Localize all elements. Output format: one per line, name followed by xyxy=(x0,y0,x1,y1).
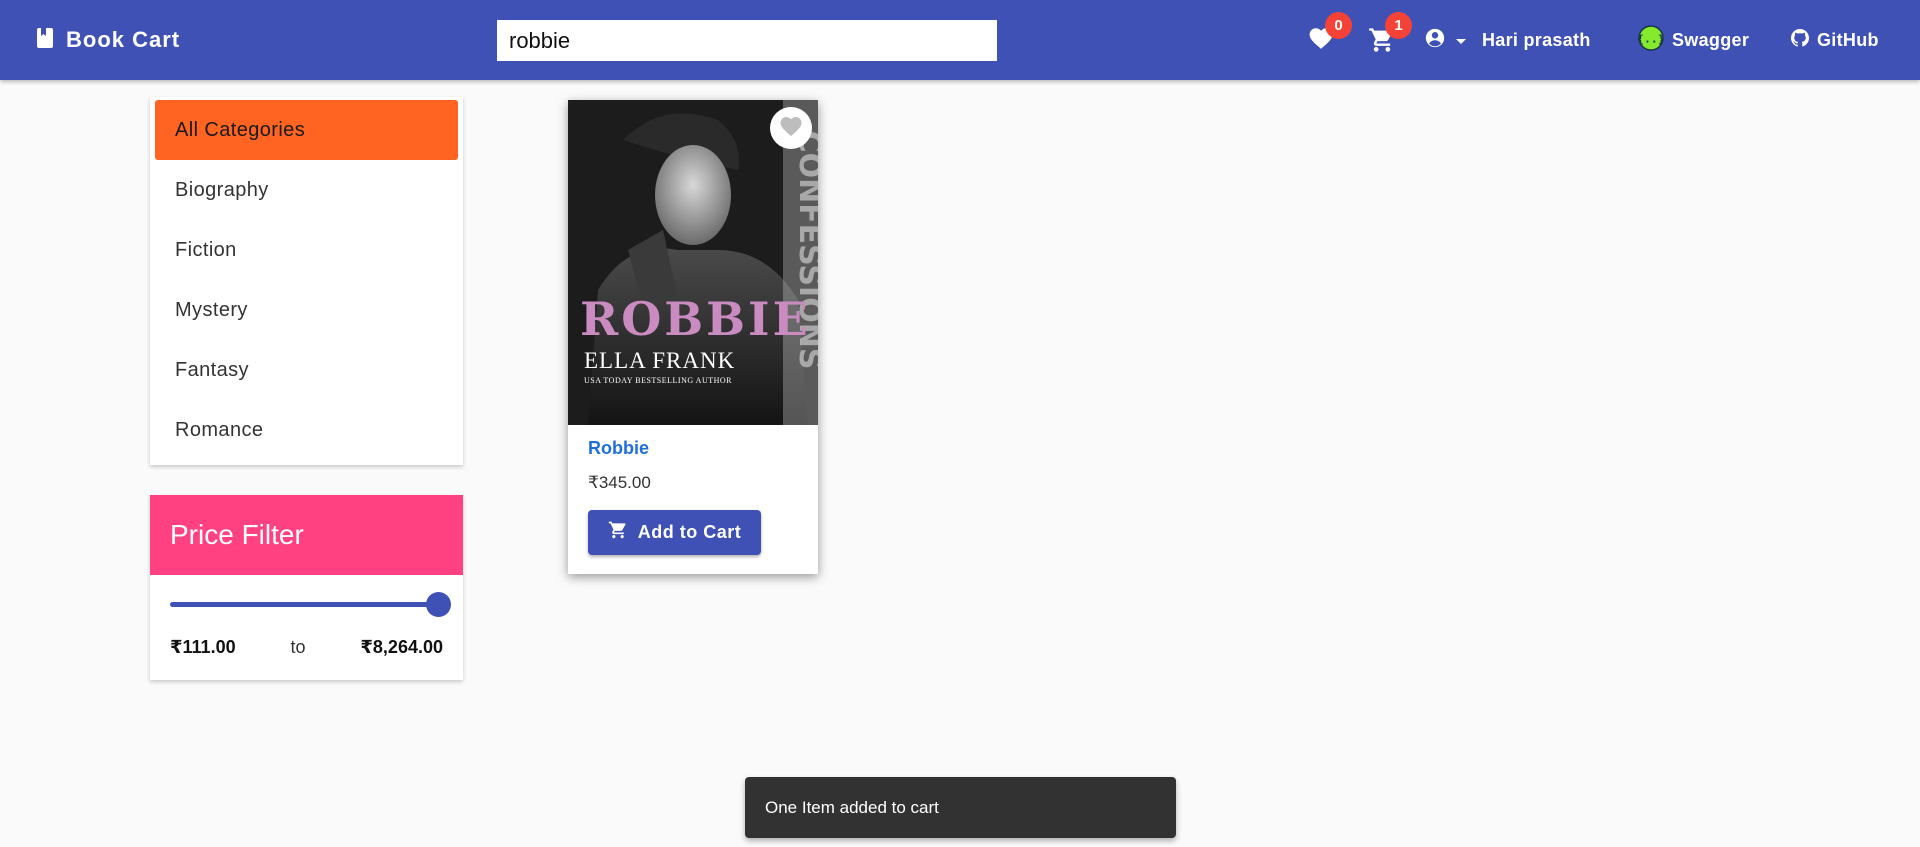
price-slider-track xyxy=(170,602,438,607)
github-icon xyxy=(1791,28,1809,52)
cover-author-text: ELLA FRANK xyxy=(584,348,736,373)
price-min-value: ₹111.00 xyxy=(170,637,236,657)
cover-title-text: ROBBIE xyxy=(580,292,811,346)
category-item-all[interactable]: All Categories xyxy=(155,100,458,160)
category-item-fantasy[interactable]: Fantasy xyxy=(155,340,458,400)
cart-button[interactable]: 1 xyxy=(1362,12,1412,58)
price-max-value: ₹8,264.00 xyxy=(360,637,443,657)
category-item-biography[interactable]: Biography xyxy=(155,160,458,220)
svg-text:{..}: {..} xyxy=(1638,32,1664,45)
user-name: Hari prasath xyxy=(1482,29,1591,50)
brand-link[interactable]: Book Cart xyxy=(36,0,180,80)
price-slider[interactable] xyxy=(170,592,451,617)
book-title-link[interactable]: Robbie xyxy=(588,438,649,459)
add-to-cart-button[interactable]: Add to Cart xyxy=(588,510,761,555)
brand-title: Book Cart xyxy=(66,27,181,52)
github-link[interactable]: GitHub xyxy=(1791,0,1879,80)
book-price: ₹345.00 xyxy=(588,473,651,492)
dropdown-arrow-icon xyxy=(1454,30,1468,51)
account-circle-icon xyxy=(1424,27,1446,54)
snackbar-notification: One Item added to cart xyxy=(745,777,1176,838)
user-menu-button[interactable]: Hari prasath xyxy=(1424,0,1591,80)
cover-tagline-text: USA TODAY BESTSELLING AUTHOR xyxy=(584,376,733,385)
category-item-fiction[interactable]: Fiction xyxy=(155,220,458,280)
add-to-cart-label: Add to Cart xyxy=(637,522,742,542)
price-filter-card: Price Filter ₹111.00 to ₹8,264.00 xyxy=(150,495,463,680)
wishlist-button[interactable]: 0 xyxy=(1302,12,1352,58)
price-slider-thumb[interactable] xyxy=(426,592,451,617)
price-filter-title: Price Filter xyxy=(150,495,463,575)
book-cover-image[interactable]: CONFESSIONS ROBBIE ELLA FRANK USA TODAY … xyxy=(568,100,818,425)
book-card: CONFESSIONS ROBBIE ELLA FRANK USA TODAY … xyxy=(568,100,818,574)
github-label: GitHub xyxy=(1817,29,1879,50)
cart-count-badge: 1 xyxy=(1385,12,1412,39)
swagger-icon: {..} xyxy=(1637,24,1665,56)
add-to-wishlist-button[interactable] xyxy=(770,107,812,149)
snackbar-message: One Item added to cart xyxy=(765,797,939,817)
wishlist-count-badge: 0 xyxy=(1325,12,1352,39)
category-item-mystery[interactable]: Mystery xyxy=(155,280,458,340)
price-to-label: to xyxy=(290,637,306,657)
swagger-link[interactable]: {..} Swagger xyxy=(1637,0,1750,80)
category-list: All Categories Biography Fiction Mystery… xyxy=(150,97,463,465)
heart-icon xyxy=(779,115,803,142)
category-item-romance[interactable]: Romance xyxy=(155,400,458,460)
swagger-label: Swagger xyxy=(1672,29,1750,50)
book-icon xyxy=(36,27,54,54)
price-range-row: ₹111.00 to ₹8,264.00 xyxy=(170,637,443,658)
search-input[interactable] xyxy=(497,20,997,61)
top-toolbar: Book Cart 0 1 Hari prasath xyxy=(0,0,1920,80)
cart-icon xyxy=(608,520,628,545)
